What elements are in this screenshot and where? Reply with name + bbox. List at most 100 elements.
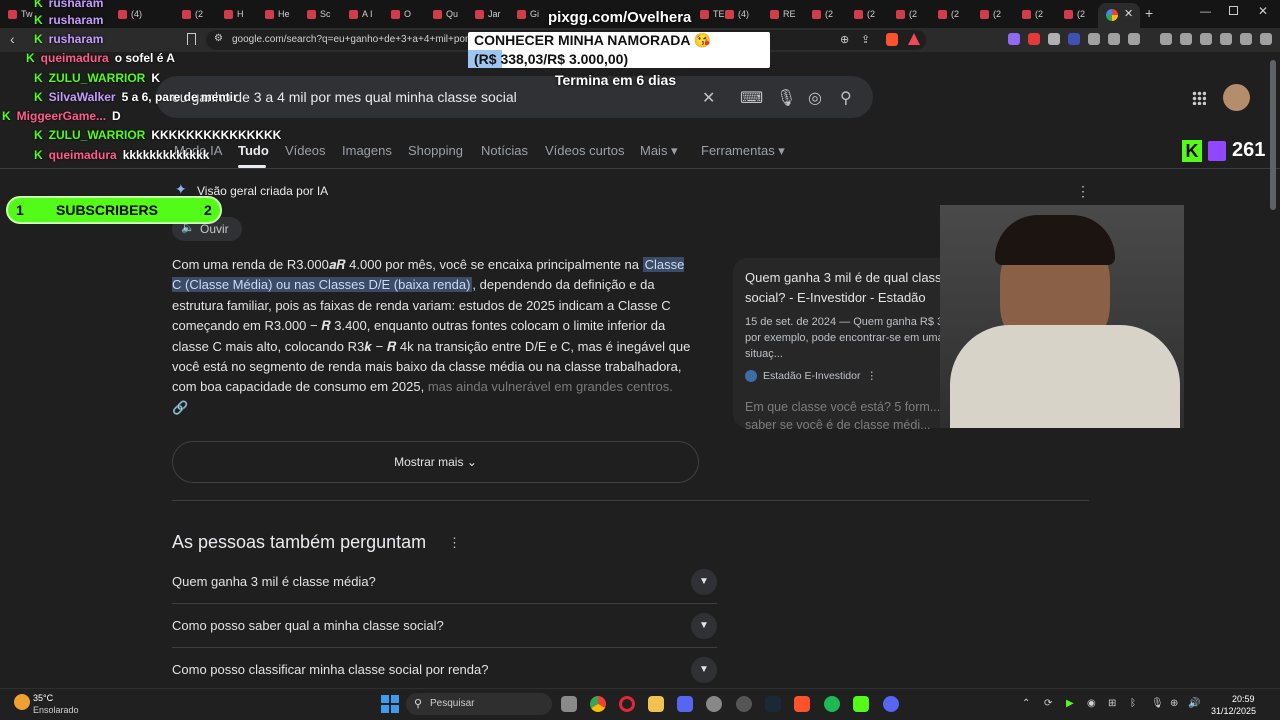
browser-tab[interactable]: (2 — [812, 6, 833, 22]
lens-icon[interactable]: ◎ — [808, 88, 822, 108]
browser-tab[interactable]: (2 — [938, 6, 959, 22]
minimize-icon[interactable]: — — [1200, 6, 1211, 18]
browser-tab[interactable]: (2 — [1064, 6, 1085, 22]
browser-tab[interactable]: Sc — [307, 6, 331, 22]
browser-tab[interactable]: RE — [770, 6, 796, 22]
more-icon[interactable]: ⋮ — [866, 370, 877, 382]
browser-tab[interactable]: (2 — [1022, 6, 1043, 22]
chevron-down-icon[interactable]: ▼ — [691, 569, 717, 595]
voice-search-icon[interactable]: 🎙 — [776, 88, 796, 108]
browser-tab[interactable]: H — [224, 6, 244, 22]
chevron-down-icon[interactable]: ▼ — [691, 613, 717, 639]
browser-tab[interactable]: (4) — [725, 6, 749, 22]
browser-tab[interactable]: (4) — [118, 6, 142, 22]
browser-tab[interactable]: Jar — [475, 6, 501, 22]
clock-date[interactable]: 31/12/2025 — [1211, 706, 1256, 716]
site-info-icon[interactable]: ⚙ — [214, 33, 223, 44]
tray-icon[interactable]: ⟳ — [1044, 698, 1052, 709]
tray-icon[interactable]: ▶ — [1066, 698, 1074, 709]
app-icon[interactable] — [853, 696, 869, 712]
task-view-icon[interactable] — [561, 696, 577, 712]
file-explorer-icon[interactable] — [648, 696, 664, 712]
brave-icon[interactable] — [794, 696, 810, 712]
clear-search-icon[interactable]: ✕ — [702, 88, 715, 108]
browser-tab[interactable]: He — [265, 6, 290, 22]
wallet-icon[interactable] — [1200, 33, 1212, 45]
menu-icon[interactable] — [1260, 33, 1272, 45]
extension-icon[interactable] — [1068, 33, 1080, 45]
browser-tab[interactable]: (2 — [182, 6, 203, 22]
tab-3[interactable]: Imagens — [342, 143, 392, 158]
weather-temp[interactable]: 35°C — [33, 693, 53, 703]
tab-1[interactable]: Tudo — [238, 143, 269, 158]
steam-icon[interactable] — [765, 696, 781, 712]
paa-question[interactable]: Como posso saber qual a minha classe soc… — [172, 604, 717, 648]
more-options-icon[interactable]: ⋮ — [448, 535, 461, 551]
sun-icon[interactable] — [14, 694, 30, 710]
extension-icon[interactable] — [1048, 33, 1060, 45]
extension-icon[interactable] — [1028, 33, 1040, 45]
spotify-icon[interactable] — [824, 696, 840, 712]
opera-icon[interactable] — [619, 696, 635, 712]
leo-icon[interactable] — [1220, 33, 1232, 45]
taskbar-search[interactable]: Pesquisar — [406, 693, 552, 715]
bookmark-icon[interactable] — [187, 33, 196, 45]
maximize-icon[interactable] — [1229, 6, 1238, 15]
source-card-2-title[interactable]: Em que classe você está? 5 form... saber… — [745, 398, 945, 434]
extension-icon[interactable] — [1128, 33, 1140, 45]
close-window-icon[interactable]: ✕ — [1258, 4, 1268, 18]
scrollbar[interactable] — [1270, 60, 1276, 210]
weather-desc[interactable]: Ensolarado — [33, 705, 79, 715]
tab-5[interactable]: Notícias — [481, 143, 528, 158]
mic-icon[interactable]: 🎙 — [1151, 698, 1164, 709]
windows-start-icon[interactable] — [381, 695, 399, 713]
search-icon[interactable]: ⚲ — [840, 88, 852, 108]
discord-icon[interactable] — [883, 696, 899, 712]
browser-tab[interactable]: TE — [700, 6, 725, 22]
app-icon[interactable] — [736, 696, 752, 712]
volume-icon[interactable]: 🔊 — [1188, 698, 1200, 709]
avatar[interactable] — [1223, 84, 1250, 111]
new-tab-button[interactable]: + — [1145, 5, 1153, 21]
browser-tab[interactable]: (2 — [896, 6, 917, 22]
brave-shield-icon[interactable] — [886, 33, 898, 46]
sidebar-icon[interactable] — [1180, 33, 1192, 45]
apps-grid-icon[interactable] — [1192, 91, 1206, 105]
tab-8[interactable]: Ferramentas ▾ — [701, 143, 785, 159]
browser-tab[interactable]: A I — [349, 6, 373, 22]
active-tab[interactable]: ✕ — [1098, 3, 1140, 28]
app-icon[interactable] — [677, 696, 693, 712]
chevron-down-icon[interactable]: ▼ — [691, 657, 717, 683]
music-icon[interactable] — [1160, 33, 1172, 45]
extension-icon[interactable] — [1088, 33, 1100, 45]
browser-tab[interactable]: O — [391, 6, 411, 22]
tab-4[interactable]: Shopping — [408, 143, 463, 158]
tab-6[interactable]: Vídeos curtos — [545, 143, 625, 158]
paa-question[interactable]: Quem ganha 3 mil é classe média? ▼ — [172, 560, 717, 604]
chrome-icon[interactable] — [590, 696, 606, 712]
tray-chevron-icon[interactable]: ⌃ — [1022, 698, 1030, 709]
paa-question[interactable]: Como posso classificar minha classe soci… — [172, 648, 717, 692]
zoom-icon[interactable]: ⊕ — [840, 33, 849, 46]
app-icon[interactable] — [706, 696, 722, 712]
tray-icon[interactable]: ⊞ — [1108, 698, 1116, 709]
keyboard-icon[interactable]: ⌨ — [740, 88, 763, 108]
more-options-icon[interactable]: ⋮ — [1076, 183, 1090, 200]
browser-tab[interactable]: Gi — [517, 6, 539, 22]
brave-rewards-icon[interactable] — [908, 33, 920, 45]
back-icon[interactable]: ‹ — [10, 31, 15, 47]
puzzle-icon[interactable] — [1108, 33, 1120, 45]
tab-7[interactable]: Mais ▾ — [640, 143, 678, 159]
show-more-button[interactable]: Mostrar mais ⌄ — [172, 441, 699, 483]
browser-tab[interactable]: (2 — [854, 6, 875, 22]
browser-tab[interactable]: Qu — [433, 6, 458, 22]
tray-icon[interactable]: ⊕ — [1170, 698, 1178, 709]
clock-time[interactable]: 20:59 — [1232, 694, 1255, 704]
browser-tab[interactable]: (2 — [980, 6, 1001, 22]
vpn-icon[interactable] — [1240, 33, 1252, 45]
link-icon[interactable]: 🔗 — [172, 400, 188, 415]
tray-icon[interactable]: ◉ — [1087, 698, 1096, 709]
extension-icon[interactable] — [1008, 33, 1020, 45]
browser-tab[interactable]: Tw — [8, 6, 33, 22]
share-icon[interactable]: ⇪ — [861, 33, 870, 46]
